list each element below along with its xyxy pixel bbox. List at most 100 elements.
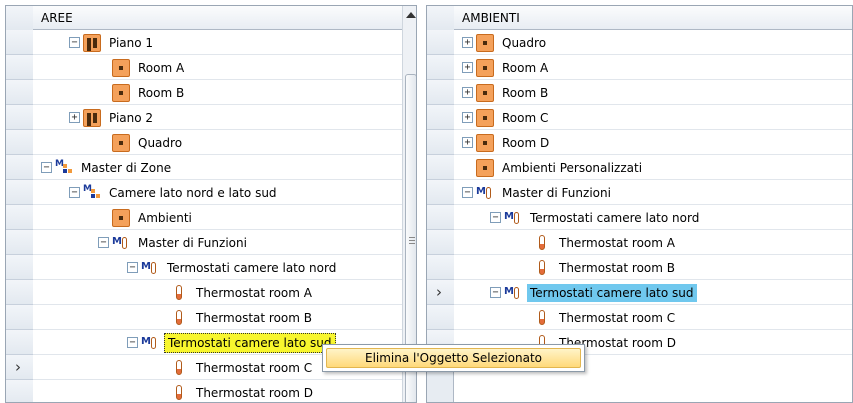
tree-node-label[interactable]: Room C <box>499 109 551 127</box>
tree-row[interactable]: − M Master di Zone <box>33 155 402 180</box>
tree-row[interactable]: − M Master di Funzioni <box>33 230 402 255</box>
row-selector[interactable] <box>6 80 33 105</box>
collapse-icon[interactable]: − <box>490 287 501 298</box>
tree-node[interactable]: Room A <box>98 55 187 80</box>
tree-node[interactable]: + Room D <box>462 130 552 155</box>
expand-icon[interactable]: + <box>462 112 473 123</box>
tree-row[interactable]: − M Master di Funzioni <box>454 180 852 205</box>
tree-row[interactable]: + Room B <box>454 80 852 105</box>
tree-node[interactable]: Thermostat room D <box>156 380 316 402</box>
row-selector[interactable] <box>6 180 33 205</box>
row-selector[interactable] <box>427 130 454 155</box>
expand-icon[interactable]: + <box>462 62 473 73</box>
row-selector[interactable] <box>6 305 33 330</box>
tree-node[interactable]: + Room A <box>462 55 551 80</box>
row-selector-current[interactable] <box>427 280 454 305</box>
ambienti-column-header[interactable]: AMBIENTI <box>454 6 852 30</box>
collapse-icon[interactable]: − <box>462 187 473 198</box>
tree-node[interactable]: + Room B <box>462 80 551 105</box>
row-selector[interactable] <box>427 80 454 105</box>
tree-node-label[interactable]: Ambienti <box>135 209 195 227</box>
tree-row[interactable]: Room B <box>33 80 402 105</box>
row-selector[interactable] <box>6 280 33 305</box>
tree-node-label[interactable]: Termostati camere lato sud <box>164 332 336 353</box>
tree-node-label[interactable]: Master di Zone <box>78 159 174 177</box>
tree-node-label[interactable]: Thermostat room D <box>193 384 316 402</box>
row-selector[interactable] <box>6 255 33 280</box>
tree-node[interactable]: Thermostat room C <box>156 355 315 380</box>
tree-row[interactable]: Thermostat room B <box>33 305 402 330</box>
tree-node[interactable]: + Piano 2 <box>69 105 156 130</box>
tree-node[interactable]: Ambienti Personalizzati <box>462 155 645 180</box>
scroll-up-arrow-icon[interactable] <box>406 12 416 18</box>
tree-node[interactable]: + Room C <box>462 105 551 130</box>
tree-row[interactable]: Thermostat room D <box>33 380 402 402</box>
collapse-icon[interactable]: − <box>127 262 138 273</box>
tree-node-label[interactable]: Room D <box>499 134 552 152</box>
tree-node[interactable]: Thermostat room B <box>519 255 678 280</box>
row-selector[interactable] <box>427 105 454 130</box>
tree-row[interactable]: + Room A <box>454 55 852 80</box>
row-selector[interactable] <box>6 105 33 130</box>
row-selector-current[interactable] <box>6 355 33 380</box>
tree-row[interactable]: Thermostat room B <box>454 255 852 280</box>
tree-node[interactable]: Quadro <box>98 130 185 155</box>
tree-node-label[interactable]: Thermostat room A <box>193 284 315 302</box>
tree-node-label[interactable]: Piano 1 <box>106 34 156 52</box>
tree-node-label[interactable]: Quadro <box>135 134 185 152</box>
row-selector[interactable] <box>6 330 33 355</box>
tree-node-label[interactable]: Termostati camere lato sud <box>527 283 697 302</box>
row-selector[interactable] <box>6 380 33 402</box>
tree-row[interactable]: + Room D <box>454 130 852 155</box>
collapse-icon[interactable]: − <box>127 337 138 348</box>
tree-row[interactable]: + Room C <box>454 105 852 130</box>
expand-icon[interactable]: + <box>462 37 473 48</box>
tree-row[interactable]: − M Termostati camere lato nord <box>33 255 402 280</box>
tree-node[interactable]: Thermostat room C <box>519 305 678 330</box>
collapse-icon[interactable]: − <box>69 37 80 48</box>
tree-node-label[interactable]: Room A <box>499 59 551 77</box>
row-selector[interactable] <box>6 55 33 80</box>
tree-node-label[interactable]: Thermostat room B <box>193 309 315 327</box>
collapse-icon[interactable]: − <box>490 212 501 223</box>
tree-node[interactable]: − M Termostati camere lato nord <box>127 255 339 280</box>
tree-node-label[interactable]: Room B <box>135 84 187 102</box>
row-selector[interactable] <box>427 255 454 280</box>
aree-column-header[interactable]: AREE <box>33 6 402 30</box>
row-selector[interactable] <box>6 30 33 55</box>
tree-row[interactable]: Thermostat room A <box>33 280 402 305</box>
tree-node-label[interactable]: Camere lato nord e lato sud <box>106 184 280 202</box>
tree-node[interactable]: − Piano 1 <box>69 30 156 55</box>
tree-row[interactable]: + Quadro <box>454 30 852 55</box>
tree-node[interactable]: Thermostat room A <box>156 280 315 305</box>
tree-row[interactable]: − M Camere lato nord e lato sud <box>33 180 402 205</box>
tree-row[interactable]: − M Termostati camere lato sud <box>454 280 852 305</box>
row-selector[interactable] <box>6 130 33 155</box>
tree-row[interactable]: Ambienti <box>33 205 402 230</box>
tree-node-label[interactable]: Thermostat room C <box>556 309 678 327</box>
expand-icon[interactable]: + <box>462 87 473 98</box>
tree-row[interactable]: Quadro <box>33 130 402 155</box>
tree-row[interactable]: Thermostat room C <box>454 305 852 330</box>
tree-row[interactable]: − M Termostati camere lato nord <box>454 205 852 230</box>
tree-node-label[interactable]: Thermostat room C <box>193 359 315 377</box>
tree-node-label[interactable]: Master di Funzioni <box>499 184 614 202</box>
expand-icon[interactable]: + <box>462 137 473 148</box>
row-selector[interactable] <box>427 180 454 205</box>
row-selector[interactable] <box>6 205 33 230</box>
row-selector[interactable] <box>427 230 454 255</box>
tree-node-label[interactable]: Thermostat room B <box>556 259 678 277</box>
expand-icon[interactable]: + <box>69 112 80 123</box>
tree-node[interactable]: − M Termostati camere lato nord <box>490 205 702 230</box>
tree-node[interactable]: − M Camere lato nord e lato sud <box>69 180 280 205</box>
tree-node[interactable]: + Quadro <box>462 30 549 55</box>
tree-node-label[interactable]: Ambienti Personalizzati <box>499 159 645 177</box>
tree-row[interactable]: + Piano 2 <box>33 105 402 130</box>
tree-node-label[interactable]: Termostati camere lato nord <box>527 209 702 227</box>
tree-node[interactable]: Thermostat room B <box>156 305 315 330</box>
aree-vertical-scrollbar[interactable] <box>402 6 416 402</box>
tree-node-label[interactable]: Room A <box>135 59 187 77</box>
tree-row[interactable]: Room A <box>33 55 402 80</box>
row-selector[interactable] <box>427 55 454 80</box>
tree-node-label[interactable]: Master di Funzioni <box>135 234 250 252</box>
